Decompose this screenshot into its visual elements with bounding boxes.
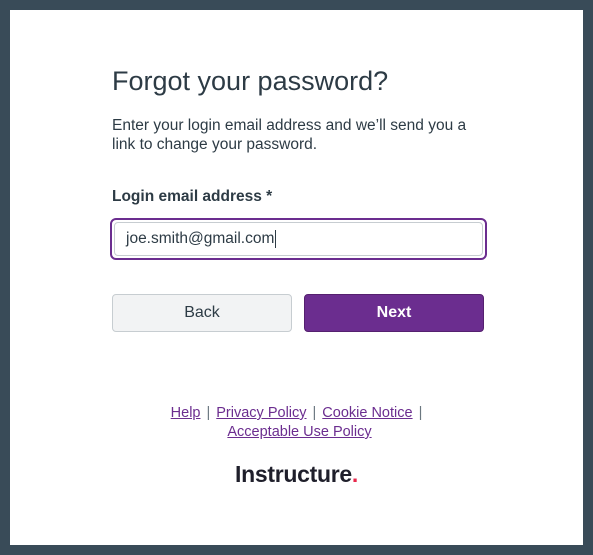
- logo-dot: .: [351, 461, 358, 487]
- email-field[interactable]: joe.smith@gmail.com: [114, 222, 483, 256]
- email-field-label: Login email address *: [112, 188, 273, 205]
- privacy-policy-link[interactable]: Privacy Policy: [216, 405, 306, 421]
- logo-wordmark: Instructure: [235, 461, 352, 487]
- instructure-logo: Instructure.: [10, 461, 583, 488]
- next-button[interactable]: Next: [304, 294, 484, 332]
- acceptable-use-policy-link[interactable]: Acceptable Use Policy: [227, 424, 371, 440]
- next-button-label: Next: [376, 304, 412, 321]
- footer-links: Help | Privacy Policy | Cookie Notice | Accep…: [112, 404, 487, 442]
- footer-separator: |: [206, 405, 211, 421]
- page-subtitle: Enter your login email address and we’ll…: [112, 117, 467, 153]
- back-button[interactable]: Back: [112, 294, 292, 332]
- login-card: Forgot your password? Enter your login e…: [10, 10, 583, 545]
- email-field-value: joe.smith@gmail.com: [126, 230, 275, 247]
- footer-separator: |: [418, 405, 423, 421]
- text-cursor: [275, 230, 277, 248]
- help-link[interactable]: Help: [171, 405, 201, 421]
- footer-separator: |: [312, 405, 317, 421]
- email-field-focus-ring: joe.smith@gmail.com: [110, 218, 487, 260]
- back-button-label: Back: [184, 304, 220, 321]
- cookie-notice-link[interactable]: Cookie Notice: [322, 405, 412, 421]
- page-title: Forgot your password?: [112, 66, 389, 96]
